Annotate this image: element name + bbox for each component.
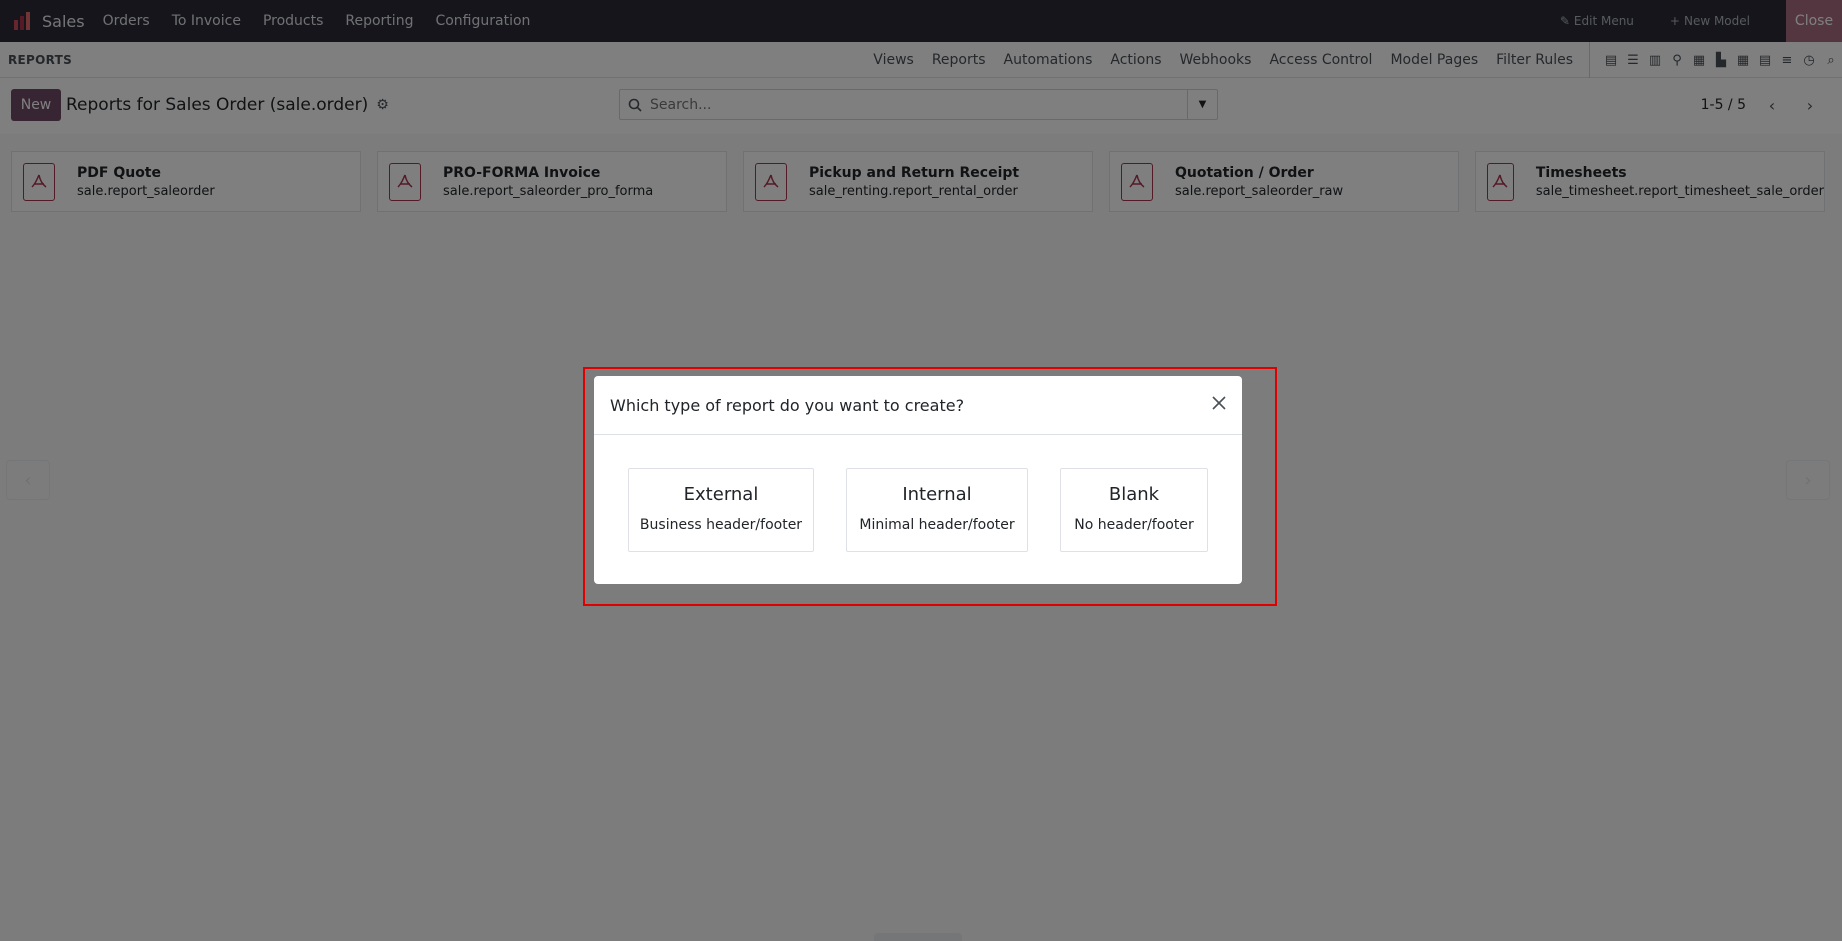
option-title: Internal	[902, 484, 972, 505]
dialog-header: Which type of report do you want to crea…	[594, 376, 1242, 435]
external-report-option[interactable]: External Business header/footer	[628, 468, 814, 552]
option-subtitle: No header/footer	[1074, 517, 1194, 533]
option-subtitle: Minimal header/footer	[859, 517, 1015, 533]
report-type-dialog: Which type of report do you want to crea…	[594, 376, 1242, 584]
option-title: Blank	[1108, 484, 1160, 505]
close-icon[interactable]	[1208, 392, 1230, 414]
option-title: External	[683, 484, 759, 505]
dialog-title: Which type of report do you want to crea…	[610, 396, 965, 415]
internal-report-option[interactable]: Internal Minimal header/footer	[846, 468, 1028, 552]
blank-report-option[interactable]: Blank No header/footer	[1060, 468, 1208, 552]
option-subtitle: Business header/footer	[639, 517, 803, 533]
